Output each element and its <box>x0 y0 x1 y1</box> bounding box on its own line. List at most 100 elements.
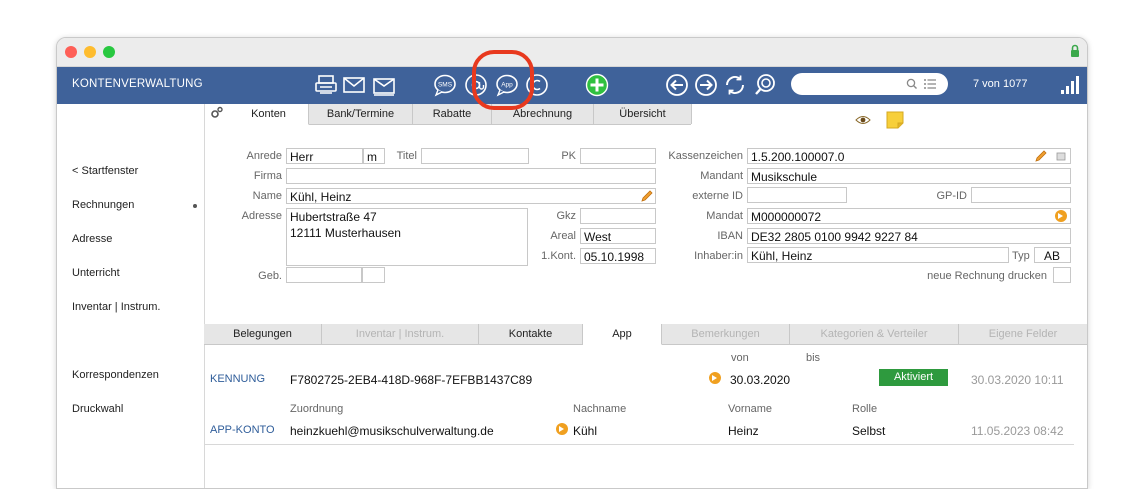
goto-mandat-icon[interactable] <box>1055 210 1067 222</box>
geburtsdatum-field[interactable] <box>286 267 362 283</box>
von-date: 30.03.2020 <box>730 373 791 387</box>
sidebar: < Startfenster Rechnungen Adresse Unterr… <box>57 104 205 488</box>
rolle-header: Rolle <box>852 403 878 415</box>
lock-icon <box>1071 44 1079 57</box>
sidebar-item-druckwahl[interactable]: Druckwahl <box>72 403 123 415</box>
titel-field[interactable] <box>421 148 529 164</box>
goto-kennung-icon[interactable] <box>709 372 721 384</box>
pk-field[interactable] <box>580 148 656 164</box>
gkz-field[interactable] <box>580 208 656 224</box>
anrede-field[interactable]: Herr <box>286 148 363 164</box>
titel-label: Titel <box>396 150 417 162</box>
tab-inventar[interactable]: Inventar | Instrum. <box>322 324 479 344</box>
mandant-field[interactable]: Musikschule <box>747 168 1071 184</box>
tab-bank-termine[interactable]: Bank/Termine <box>309 104 413 124</box>
tab-bemerkungen[interactable]: Bemerkungen <box>662 324 790 344</box>
close-window-button[interactable] <box>65 46 77 58</box>
externe-id-label: externe ID <box>692 190 743 202</box>
areal-field[interactable]: West <box>580 228 656 244</box>
note-icon[interactable] <box>886 111 904 129</box>
mail-icon[interactable] <box>342 73 366 97</box>
zoom-window-button[interactable] <box>103 46 115 58</box>
kennung-timestamp: 30.03.2020 10:11 <box>971 373 1064 387</box>
gear-icon[interactable] <box>210 106 224 120</box>
inhaber-label: Inhaber:in <box>694 250 743 262</box>
kassenzeichen-label: Kassenzeichen <box>668 150 743 162</box>
mandant-label: Mandant <box>700 170 743 182</box>
sidebar-item-korrespondenzen[interactable]: Korrespondenzen <box>72 369 159 381</box>
adresse-field[interactable]: Hubertstraße 47 12111 Musterhausen <box>286 208 528 266</box>
pencil-icon[interactable] <box>640 189 654 203</box>
tab-app[interactable]: App <box>583 324 662 345</box>
alter-field[interactable] <box>362 267 385 283</box>
typ-label: Typ <box>1012 250 1030 262</box>
top-tab-bar: Konten Bank/Termine Rabatte Abrechnung Ü… <box>229 104 692 125</box>
areal-label: Areal <box>550 230 576 242</box>
geb-label: Geb. <box>258 270 282 282</box>
sidebar-item-rechnungen[interactable]: Rechnungen <box>72 199 134 211</box>
sidebar-item-adresse[interactable]: Adresse <box>72 233 112 245</box>
neue-rechnung-checkbox[interactable] <box>1053 267 1071 283</box>
tab-konten[interactable]: Konten <box>229 104 309 125</box>
goto-person-icon[interactable] <box>556 423 568 435</box>
gp-id-label: GP-ID <box>936 190 967 202</box>
sidebar-item-inventar[interactable]: Inventar | Instrum. <box>72 301 160 313</box>
bottom-tab-bar: Belegungen Inventar | Instrum. Kontakte … <box>204 324 1087 345</box>
anrede-label: Anrede <box>246 150 282 162</box>
refresh-icon[interactable] <box>723 73 747 97</box>
sidebar-item-unterricht[interactable]: Unterricht <box>72 267 120 279</box>
typ-field[interactable]: AB <box>1034 247 1071 263</box>
app-konto-rolle: Selbst <box>852 424 886 438</box>
externe-id-field[interactable] <box>747 187 847 203</box>
pk-label: PK <box>561 150 576 162</box>
kassenzeichen-field[interactable]: 1.5.200.100007.0 <box>747 148 1071 164</box>
signal-bars-icon[interactable] <box>1060 75 1080 95</box>
tab-belegungen[interactable]: Belegungen <box>204 324 322 344</box>
name-label: Name <box>252 190 282 202</box>
mandat-label: Mandat <box>706 210 743 222</box>
sidebar-indicator-dot <box>193 204 197 208</box>
app-konto-timestamp: 11.05.2023 08:42 <box>971 424 1064 438</box>
firma-field[interactable] <box>286 168 656 184</box>
copy-icon[interactable] <box>1055 151 1067 161</box>
record-count: 7 von 1077 <box>973 78 1028 90</box>
tab-kontakte[interactable]: Kontakte <box>479 324 583 344</box>
pencil-icon[interactable] <box>1034 149 1048 163</box>
search-icon[interactable] <box>753 73 777 97</box>
add-icon[interactable] <box>585 73 609 97</box>
mandat-field[interactable]: M000000072 <box>747 208 1071 224</box>
tab-eigene-felder[interactable]: Eigene Felder <box>959 324 1087 344</box>
nachname-header: Nachname <box>573 403 627 415</box>
kennung-link[interactable]: KENNUNG <box>210 373 265 385</box>
tab-uebersicht[interactable]: Übersicht <box>594 104 692 124</box>
gp-id-field[interactable] <box>971 187 1071 203</box>
letter-icon[interactable] <box>372 73 396 97</box>
row-divider <box>204 444 1074 445</box>
eye-icon[interactable] <box>855 115 871 125</box>
list-icon[interactable] <box>923 78 937 90</box>
app-window: KONTENVERWALTUNG SMS App 7 von 1077 < St… <box>56 37 1088 489</box>
minimize-window-button[interactable] <box>84 46 96 58</box>
title-bar <box>57 38 1087 67</box>
app-title: KONTENVERWALTUNG <box>72 78 203 90</box>
tab-rabatte[interactable]: Rabatte <box>413 104 492 124</box>
sidebar-item-startfenster[interactable]: < Startfenster <box>72 165 138 177</box>
inhaber-field[interactable]: Kühl, Heinz <box>747 247 1009 263</box>
search-small-icon <box>906 78 917 89</box>
app-konto-link[interactable]: APP-KONTO <box>210 424 275 436</box>
status-badge[interactable]: Aktiviert <box>879 369 948 386</box>
von-header: von <box>731 352 749 364</box>
tab-kategorien[interactable]: Kategorien & Verteiler <box>790 324 959 344</box>
print-icon[interactable] <box>314 73 338 97</box>
name-field[interactable]: Kühl, Heinz <box>286 188 656 204</box>
search-input[interactable] <box>791 73 948 95</box>
sms-icon[interactable]: SMS <box>433 73 457 97</box>
svg-text:SMS: SMS <box>438 82 453 89</box>
kennung-value: F7802725-2EB4-418D-968F-7EFBB1437C89 <box>290 373 533 387</box>
erstkontakt-field[interactable]: 05.10.1998 <box>580 248 656 264</box>
gender-field[interactable]: m <box>363 148 385 164</box>
arrow-left-icon[interactable] <box>665 73 689 97</box>
iban-field[interactable]: DE32 2805 0100 9942 9227 84 <box>747 228 1071 244</box>
toolbar: KONTENVERWALTUNG SMS App 7 von 1077 <box>57 67 1087 104</box>
arrow-right-icon[interactable] <box>694 73 718 97</box>
